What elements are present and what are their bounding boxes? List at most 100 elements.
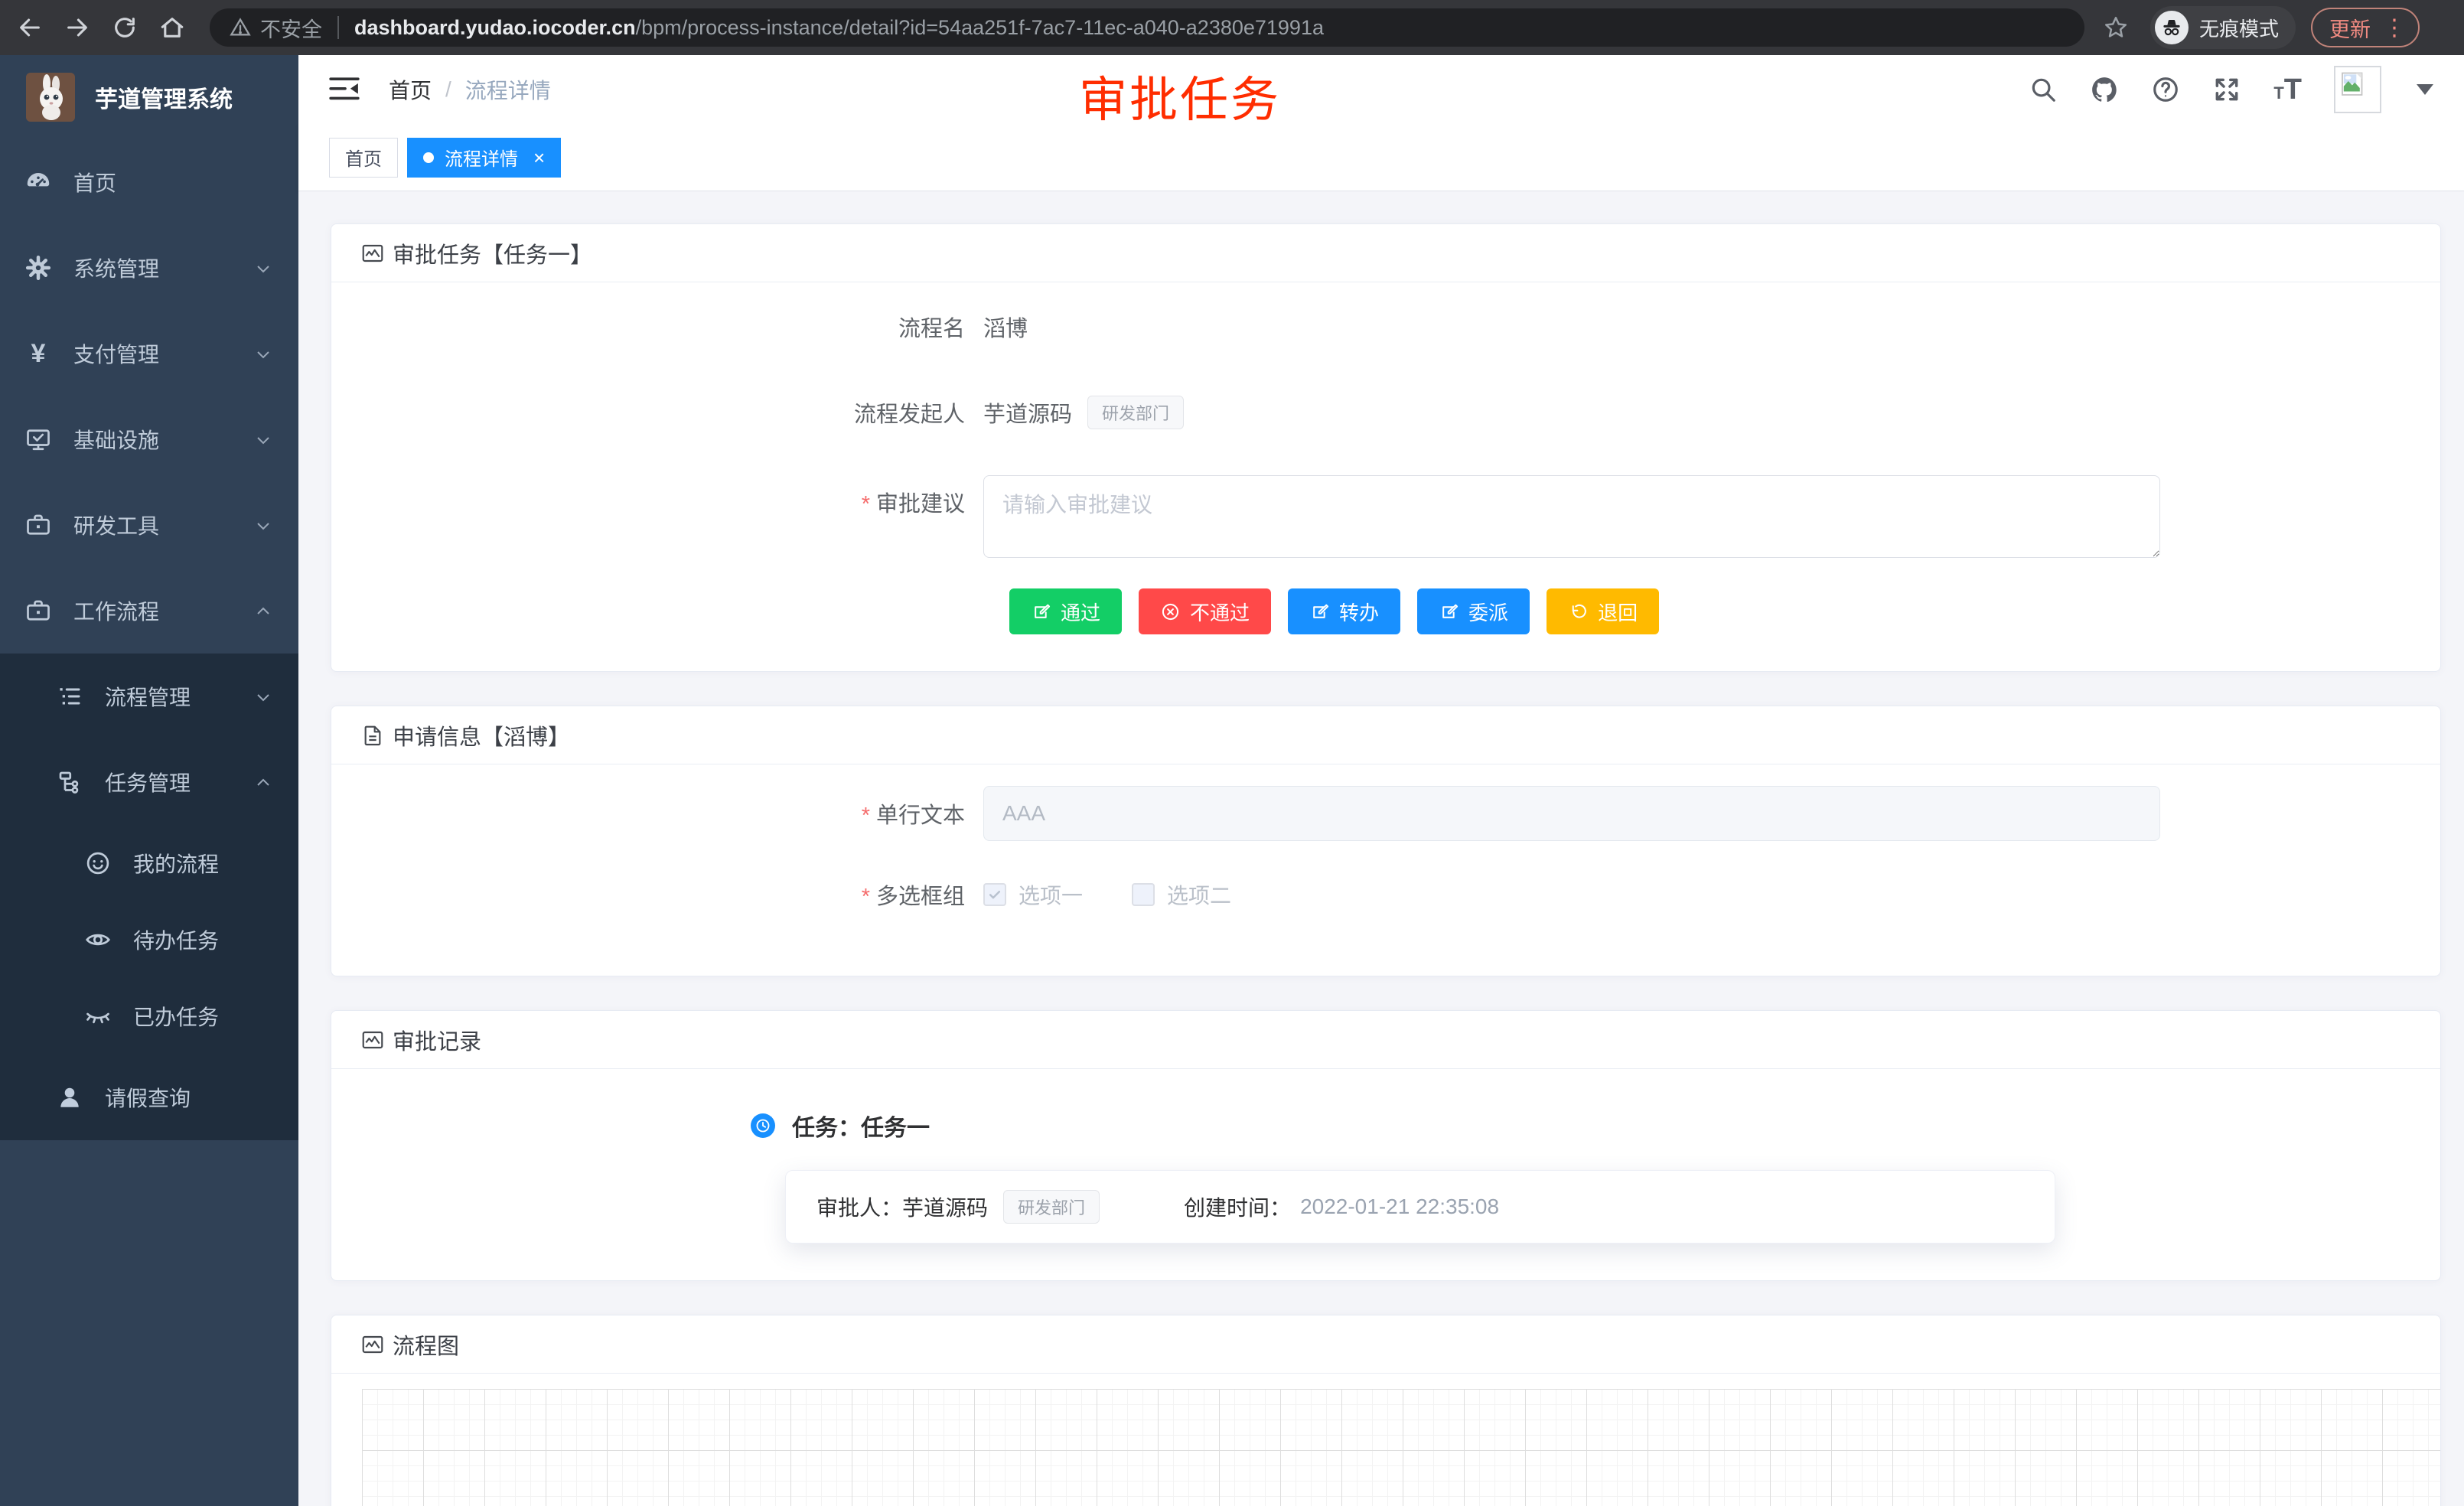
avatar-caret-icon[interactable] xyxy=(2417,84,2433,95)
security-label: 不安全 xyxy=(260,13,322,43)
tab-close-icon[interactable]: × xyxy=(533,148,545,168)
fullscreen-icon[interactable] xyxy=(2212,75,2241,104)
reject-button[interactable]: 不通过 xyxy=(1139,588,1271,634)
eye-icon xyxy=(84,926,112,953)
sidebar-item-system[interactable]: 系统管理 xyxy=(0,225,298,311)
sidebar-item-todo-tasks[interactable]: 待办任务 xyxy=(0,901,298,978)
sidebar-collapse-icon[interactable] xyxy=(329,77,360,103)
avatar[interactable] xyxy=(2334,66,2381,113)
url-host: dashboard.yudao.iocoder.cn xyxy=(354,16,636,40)
sidebar-item-process-management[interactable]: 流程管理 xyxy=(0,654,298,739)
picture-icon xyxy=(360,1028,385,1052)
sidebar-item-done-tasks[interactable]: 已办任务 xyxy=(0,978,298,1055)
sidebar-item-label: 请假查询 xyxy=(105,1082,191,1113)
sidebar-logo[interactable]: 芋道管理系统 xyxy=(0,55,298,139)
sidebar-item-dev-tools[interactable]: 研发工具 xyxy=(0,482,298,568)
field-label: 流程名 xyxy=(362,311,983,343)
initiator-value: 芋道源码 xyxy=(983,396,1072,429)
approver-name: 芋道源码 xyxy=(902,1191,988,1222)
edit-icon xyxy=(1031,601,1051,622)
person-icon xyxy=(56,1084,83,1111)
help-icon[interactable] xyxy=(2151,75,2180,104)
browser-update-button[interactable]: 更新 ⋮ xyxy=(2311,8,2420,47)
app-header: 首页 / 流程详情 审批任务 TT xyxy=(298,55,2464,124)
edit-icon xyxy=(1309,601,1330,622)
circle-close-icon xyxy=(1160,601,1181,622)
font-size-icon[interactable]: TT xyxy=(2273,73,2302,106)
briefcase-icon xyxy=(24,511,52,539)
tab-label: 流程详情 xyxy=(445,144,518,171)
bookmark-star-icon[interactable] xyxy=(2101,13,2130,42)
sidebar-item-label: 待办任务 xyxy=(133,924,219,955)
chevron-up-icon xyxy=(254,773,272,791)
browser-menu-icon[interactable]: ⋮ xyxy=(2383,15,2406,41)
checkbox-checked-icon xyxy=(983,883,1006,906)
created-label: 创建时间： xyxy=(1184,1191,1291,1222)
sidebar-item-label: 已办任务 xyxy=(133,1001,219,1032)
github-icon[interactable] xyxy=(2090,75,2119,104)
back-icon[interactable] xyxy=(15,13,44,42)
sidebar-item-label: 我的流程 xyxy=(133,848,219,878)
url-path: /bpm/process-instance/detail?id=54aa251f… xyxy=(636,16,1324,40)
home-icon[interactable] xyxy=(158,13,187,42)
card-header: 审批任务【任务一】 xyxy=(331,224,2440,282)
created-time: 2022-01-21 22:35:08 xyxy=(1300,1195,1499,1219)
tab-home[interactable]: 首页 xyxy=(329,138,398,178)
search-icon[interactable] xyxy=(2029,75,2058,104)
workflow-submenu: 流程管理 任务管理 我的流程 待办任务 xyxy=(0,654,298,1140)
sidebar-item-label: 基础设施 xyxy=(73,424,159,455)
document-icon xyxy=(360,723,385,748)
chevron-down-icon xyxy=(254,687,272,706)
app-title: 芋道管理系统 xyxy=(95,80,233,114)
list-tree-icon xyxy=(56,683,83,710)
field-label: 多选框组 xyxy=(362,878,983,911)
form-row-opinion: 审批建议 xyxy=(362,475,2410,558)
checkbox-label: 选项一 xyxy=(1019,879,1083,910)
logo-rabbit-image xyxy=(26,73,75,122)
transfer-button[interactable]: 转办 xyxy=(1288,588,1400,634)
sidebar-item-home[interactable]: 首页 xyxy=(0,139,298,225)
approval-task-card: 审批任务【任务一】 流程名 滔博 流程发起人 芋道源码 研发部门 xyxy=(331,223,2441,672)
form-row-single-text: 单行文本 xyxy=(362,786,2410,841)
card-title: 审批记录 xyxy=(393,1024,481,1056)
checkbox-label: 选项二 xyxy=(1167,879,1231,910)
sidebar-item-my-processes[interactable]: 我的流程 xyxy=(0,825,298,901)
bpmn-diagram-canvas[interactable] xyxy=(362,1389,2440,1506)
sidebar-item-workflow[interactable]: 工作流程 xyxy=(0,568,298,654)
application-info-card: 申请信息【滔博】 单行文本 多选框组 xyxy=(331,706,2441,976)
tab-label: 首页 xyxy=(345,144,382,171)
reload-icon[interactable] xyxy=(110,13,139,42)
approver-label: 审批人： xyxy=(816,1191,902,1222)
incognito-icon xyxy=(2155,11,2189,44)
sidebar-item-payment[interactable]: ¥ 支付管理 xyxy=(0,311,298,396)
approval-record-card: 审批记录 任务：任务一 审批人： 芋道源码 研发部门 创建时间： xyxy=(331,1010,2441,1281)
chevron-down-icon xyxy=(254,259,272,277)
sidebar-item-task-management[interactable]: 任务管理 xyxy=(0,739,298,825)
edit-icon xyxy=(1439,601,1459,622)
breadcrumb-separator: / xyxy=(445,77,451,102)
sidebar-item-leave-query[interactable]: 请假查询 xyxy=(0,1055,298,1140)
delegate-button[interactable]: 委派 xyxy=(1417,588,1530,634)
approve-button[interactable]: 通过 xyxy=(1009,588,1122,634)
org-tree-icon xyxy=(56,768,83,796)
single-text-input[interactable] xyxy=(983,786,2160,841)
sidebar-item-infrastructure[interactable]: 基础设施 xyxy=(0,396,298,482)
checkbox-option-1[interactable]: 选项一 xyxy=(983,879,1083,910)
breadcrumb: 首页 / 流程详情 xyxy=(389,74,551,105)
address-bar[interactable]: 不安全 dashboard.yudao.iocoder.cn/bpm/proce… xyxy=(210,8,2084,47)
record-detail-card: 审批人： 芋道源码 研发部门 创建时间： 2022-01-21 22:35:08 xyxy=(785,1170,2055,1244)
tab-process-detail[interactable]: 流程详情 × xyxy=(407,138,561,178)
breadcrumb-home[interactable]: 首页 xyxy=(389,74,432,105)
checkbox-option-2[interactable]: 选项二 xyxy=(1132,879,1231,910)
sidebar: 芋道管理系统 首页 系统管理 ¥ 支付管理 基础设施 xyxy=(0,55,298,1506)
checkbox-group: 选项一 选项二 xyxy=(983,879,1280,910)
approval-opinion-textarea[interactable] xyxy=(983,475,2160,558)
sidebar-item-label: 研发工具 xyxy=(73,510,159,540)
sidebar-item-label: 流程管理 xyxy=(105,681,191,712)
forward-icon[interactable] xyxy=(63,13,92,42)
sidebar-item-label: 系统管理 xyxy=(73,253,159,283)
field-label: 流程发起人 xyxy=(362,396,983,429)
card-title: 流程图 xyxy=(393,1328,459,1361)
return-button[interactable]: 退回 xyxy=(1547,588,1659,634)
process-name-value: 滔博 xyxy=(983,311,1028,343)
